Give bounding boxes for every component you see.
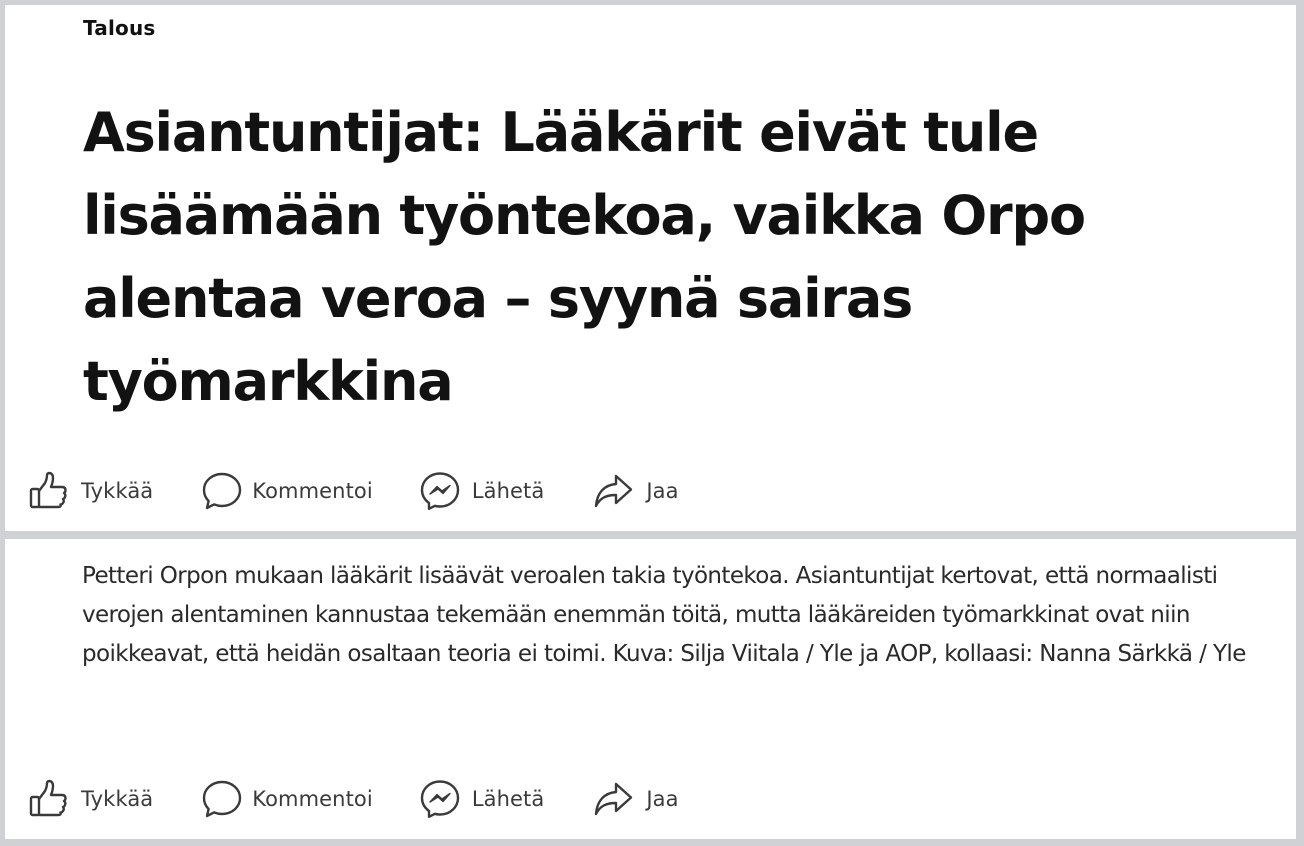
thumbs-up-icon bbox=[29, 471, 67, 509]
messenger-icon bbox=[420, 780, 460, 818]
article-headline[interactable]: Asiantuntijat: Lääkärit eivät tule lisää… bbox=[83, 91, 1183, 423]
article-card: Talous Asiantuntijat: Lääkärit eivät tul… bbox=[5, 5, 1296, 531]
comment-label: Kommentoi bbox=[252, 479, 373, 503]
category-label: Talous bbox=[83, 16, 156, 40]
send-label: Lähetä bbox=[471, 787, 545, 811]
caption-card: Petteri Orpon mukaan lääkärit lisäävät v… bbox=[5, 539, 1296, 839]
image-caption: Petteri Orpon mukaan lääkärit lisäävät v… bbox=[82, 563, 1246, 667]
messenger-icon bbox=[420, 472, 460, 510]
comment-button[interactable]: Kommentoi bbox=[201, 778, 373, 820]
share-button[interactable]: Jaa bbox=[592, 778, 678, 820]
comment-button[interactable]: Kommentoi bbox=[201, 470, 373, 512]
thumbs-up-icon bbox=[29, 779, 67, 817]
share-label: Jaa bbox=[646, 787, 679, 811]
send-button[interactable]: Lähetä bbox=[419, 778, 545, 820]
action-bar-bottom: Tykkää Kommentoi Lähetä Jaa bbox=[27, 777, 679, 821]
comment-bubble-icon bbox=[203, 780, 242, 818]
comment-label: Kommentoi bbox=[252, 787, 373, 811]
send-label: Lähetä bbox=[471, 479, 545, 503]
like-button[interactable]: Tykkää bbox=[27, 778, 153, 820]
comment-bubble-icon bbox=[203, 472, 242, 510]
share-button[interactable]: Jaa bbox=[592, 470, 678, 512]
action-bar: Tykkää Kommentoi Lähetä Jaa bbox=[27, 469, 679, 513]
send-button[interactable]: Lähetä bbox=[419, 470, 545, 512]
share-label: Jaa bbox=[646, 479, 679, 503]
like-label: Tykkää bbox=[81, 479, 154, 503]
like-label: Tykkää bbox=[81, 787, 154, 811]
like-button[interactable]: Tykkää bbox=[27, 470, 153, 512]
share-arrow-icon bbox=[595, 782, 633, 816]
share-arrow-icon bbox=[595, 474, 633, 508]
